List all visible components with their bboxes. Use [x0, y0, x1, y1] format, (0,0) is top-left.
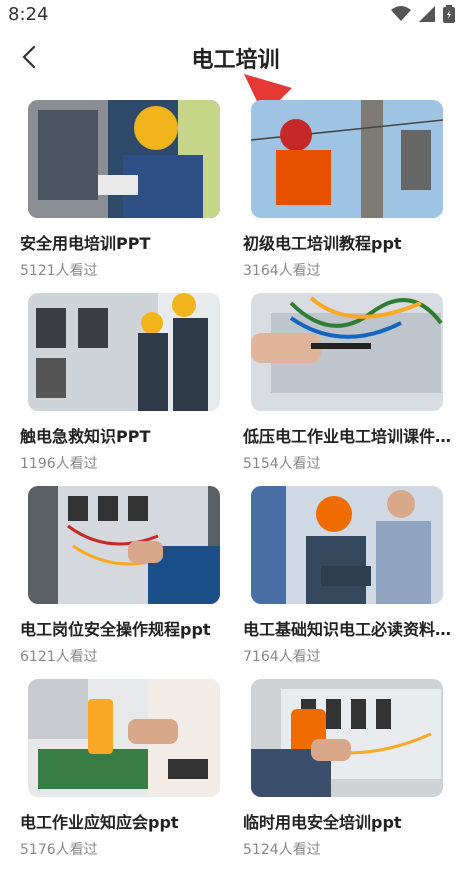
page-title: 电工培训 [191, 48, 280, 73]
signal-icon [419, 6, 435, 26]
view-count: 5124人看过 [243, 842, 321, 858]
course-card[interactable]: 电工基础知识电工必读资料… 7164人看过 [243, 486, 458, 676]
nav-bar: 电工培训 [0, 30, 471, 90]
course-title[interactable]: 电工岗位安全操作规程ppt [20, 616, 232, 640]
status-bar: 8:24 [0, 0, 471, 30]
course-thumbnail[interactable] [251, 486, 443, 604]
course-thumbnail[interactable] [251, 679, 443, 797]
view-count: 7164人看过 [243, 649, 321, 665]
view-count: 1196人看过 [20, 456, 98, 472]
status-icons [391, 5, 455, 27]
course-card[interactable]: 低压电工作业电工培训课件… 5154人看过 [243, 293, 458, 483]
course-thumbnail[interactable] [28, 293, 220, 411]
course-title[interactable]: 电工作业应知应会ppt [20, 809, 232, 833]
course-title[interactable]: 低压电工作业电工培训课件… [243, 423, 455, 447]
course-title[interactable]: 安全用电培训PPT [20, 230, 232, 254]
view-count: 5176人看过 [20, 842, 98, 858]
view-count: 5121人看过 [20, 263, 98, 279]
course-thumbnail[interactable] [28, 486, 220, 604]
course-thumbnail[interactable] [28, 100, 220, 218]
course-title[interactable]: 初级电工培训教程ppt [243, 230, 455, 254]
course-thumbnail[interactable] [251, 100, 443, 218]
status-time: 8:24 [8, 4, 49, 25]
course-card[interactable]: 电工作业应知应会ppt 5176人看过 [20, 679, 235, 869]
course-title[interactable]: 临时用电安全培训ppt [243, 809, 455, 833]
view-count: 6121人看过 [20, 649, 98, 665]
view-count: 3164人看过 [243, 263, 321, 279]
course-card[interactable]: 安全用电培训PPT 5121人看过 [20, 100, 235, 290]
course-thumbnail[interactable] [28, 679, 220, 797]
course-title[interactable]: 触电急救知识PPT [20, 423, 232, 447]
course-card[interactable]: 临时用电安全培训ppt 5124人看过 [243, 679, 458, 869]
view-count: 5154人看过 [243, 456, 321, 472]
course-card[interactable]: 触电急救知识PPT 1196人看过 [20, 293, 235, 483]
course-card[interactable]: 电工岗位安全操作规程ppt 6121人看过 [20, 486, 235, 676]
wifi-icon [391, 6, 411, 26]
battery-icon [443, 5, 455, 27]
course-card[interactable]: 初级电工培训教程ppt 3164人看过 [243, 100, 458, 290]
course-thumbnail[interactable] [251, 293, 443, 411]
course-title[interactable]: 电工基础知识电工必读资料… [243, 616, 455, 640]
